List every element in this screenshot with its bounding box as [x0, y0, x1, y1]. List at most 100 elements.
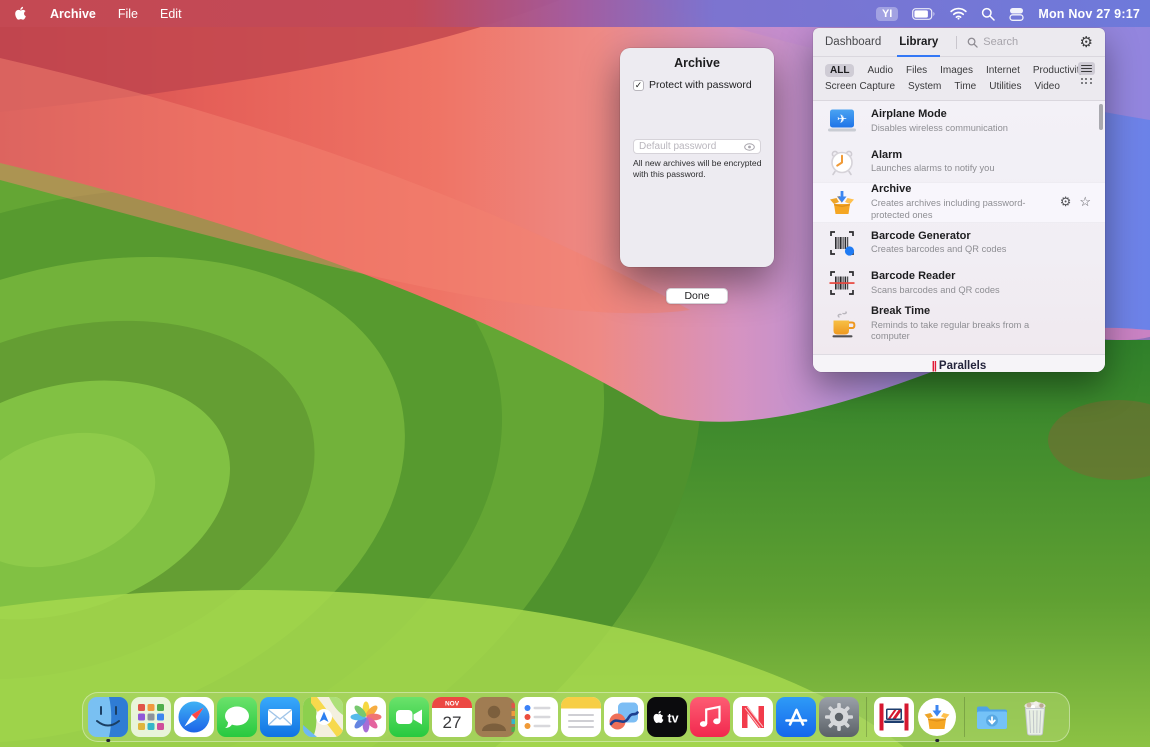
- show-password-eye-icon[interactable]: [744, 142, 755, 151]
- dock-photos-icon[interactable]: [346, 697, 386, 737]
- tool-list: ✈ Airplane Mode Disables wireless commun…: [813, 101, 1105, 354]
- category-audio[interactable]: Audio: [867, 65, 893, 76]
- tool-desc: Creates barcodes and QR codes: [871, 244, 1007, 255]
- parallels-logo-text: Parallels: [938, 359, 987, 372]
- dock-facetime-icon[interactable]: [389, 697, 429, 737]
- tool-name: Archive: [871, 183, 912, 196]
- tool-name: Break Time: [871, 304, 931, 317]
- dock-system-settings-icon[interactable]: [819, 697, 859, 737]
- category-time[interactable]: Time: [954, 81, 976, 92]
- barcode-generator-icon: [830, 230, 855, 256]
- category-images[interactable]: Images: [940, 65, 973, 76]
- barcode-reader-icon: [829, 271, 855, 296]
- checkbox-label[interactable]: Protect with password: [649, 79, 752, 91]
- tool-row-airplane-mode[interactable]: ✈ Airplane Mode Disables wireless commun…: [813, 101, 1105, 142]
- protect-password-checkbox[interactable]: ✓: [633, 79, 644, 91]
- tab-dashboard[interactable]: Dashboard: [825, 28, 881, 57]
- spotlight-search-icon[interactable]: [981, 7, 996, 21]
- tool-row-barcode-generator[interactable]: Barcode Generator Creates barcodes and Q…: [813, 223, 1105, 264]
- tool-row-break-time[interactable]: Break Time Reminds to take regular break…: [813, 304, 1105, 345]
- dock-notes-icon[interactable]: [561, 697, 601, 737]
- category-files[interactable]: Files: [906, 65, 927, 76]
- password-placeholder: Default password: [639, 141, 717, 152]
- category-video[interactable]: Video: [1034, 81, 1059, 92]
- grid-view-icon[interactable]: [1080, 78, 1093, 85]
- menu-item-edit[interactable]: Edit: [160, 7, 182, 21]
- tool-row-archive[interactable]: Archive Creates archives including passw…: [813, 182, 1105, 223]
- dock-news-icon[interactable]: [733, 697, 773, 737]
- wifi-icon[interactable]: [950, 7, 968, 20]
- dock-safari-icon[interactable]: [174, 697, 214, 737]
- dock-mail-icon[interactable]: [260, 697, 300, 737]
- menu-item-file[interactable]: File: [118, 7, 138, 21]
- svg-text:NOV: NOV: [445, 701, 460, 708]
- menu-bar-clock[interactable]: Mon Nov 27 9:17: [1038, 7, 1140, 21]
- apple-menu[interactable]: [14, 6, 28, 22]
- tab-library[interactable]: Library: [897, 28, 941, 57]
- panel-settings-gear-icon[interactable]: ⚙: [1080, 35, 1093, 50]
- done-button[interactable]: Done: [666, 288, 728, 304]
- dock-reminders-icon[interactable]: [518, 697, 558, 737]
- category-all[interactable]: ALL: [825, 64, 855, 77]
- tool-row-alarm[interactable]: Alarm Launches alarms to notify you: [813, 142, 1105, 183]
- password-description: All new archives will be encrypted with …: [633, 158, 762, 180]
- dock-downloads-folder-icon[interactable]: [972, 697, 1012, 737]
- fast-user-switching-icon[interactable]: [1009, 7, 1025, 21]
- tool-name: Barcode Reader: [871, 270, 956, 283]
- dock-calendar-icon[interactable]: NOV 27: [432, 697, 472, 737]
- dock-appletv-icon[interactable]: tv: [647, 697, 687, 737]
- dock-divider: [964, 697, 965, 737]
- header-divider: [956, 35, 958, 49]
- tool-favorite-star-icon[interactable]: ☆: [1079, 194, 1091, 210]
- category-internet[interactable]: Internet: [986, 65, 1020, 76]
- dock-maps-icon[interactable]: [303, 697, 343, 737]
- panel-footer: || Parallels: [813, 354, 1105, 372]
- coffee-cup-icon: [832, 311, 856, 338]
- category-screen-capture[interactable]: Screen Capture: [825, 81, 895, 92]
- archive-box-icon: [830, 191, 854, 215]
- dock-parallels-desktop-icon[interactable]: [874, 697, 914, 737]
- svg-text:✈: ✈: [837, 112, 847, 126]
- dock-music-icon[interactable]: [690, 697, 730, 737]
- scrollbar-thumb[interactable]: [1099, 104, 1103, 130]
- category-system[interactable]: System: [908, 81, 941, 92]
- input-source-indicator[interactable]: YI: [875, 6, 899, 21]
- panel-header: Dashboard Library Search ⚙: [813, 28, 1105, 57]
- running-indicator: [935, 738, 939, 742]
- dock-archive-app-icon[interactable]: [917, 697, 957, 742]
- category-productivity[interactable]: Productivity: [1033, 65, 1085, 76]
- dock: NOV 27 tv: [82, 692, 1070, 742]
- dock-messages-icon[interactable]: [217, 697, 257, 737]
- category-utilities[interactable]: Utilities: [989, 81, 1021, 92]
- tool-row-barcode-reader[interactable]: Barcode Reader Scans barcodes and QR cod…: [813, 263, 1105, 304]
- tool-desc: Launches alarms to notify you: [871, 163, 995, 174]
- dock-contacts-icon[interactable]: [475, 697, 515, 737]
- tool-name: Airplane Mode: [871, 108, 947, 121]
- menu-bar: Archive File Edit YI Mon Nov 27 9:17: [0, 0, 1150, 27]
- menu-item-archive[interactable]: Archive: [50, 7, 96, 21]
- running-indicator: [106, 738, 110, 742]
- tool-desc: Reminds to take regular breaks from a co…: [871, 319, 1030, 342]
- dock-divider: [866, 697, 867, 737]
- search-icon: [967, 37, 978, 48]
- alarm-clock-icon: [831, 150, 853, 176]
- search-field[interactable]: Search: [967, 36, 1079, 48]
- password-input[interactable]: Default password: [633, 139, 761, 154]
- dock-freeform-icon[interactable]: [604, 697, 644, 737]
- list-view-icon[interactable]: [1078, 62, 1095, 75]
- tool-desc: Creates archives including password-prot…: [871, 198, 1026, 220]
- category-filter: ALL Audio Files Images Internet Producti…: [813, 57, 1105, 101]
- tool-desc: Disables wireless communication: [871, 122, 1008, 133]
- tool-name: Alarm: [871, 148, 903, 161]
- tool-settings-gear-icon[interactable]: ⚙: [1060, 194, 1072, 210]
- airplane-mode-icon: ✈: [828, 109, 856, 132]
- search-placeholder: Search: [983, 36, 1019, 48]
- dock-finder-icon[interactable]: [88, 697, 128, 742]
- dock-appstore-icon[interactable]: [776, 697, 816, 737]
- battery-icon[interactable]: [912, 7, 936, 20]
- dialog-title: Archive: [674, 56, 720, 70]
- parallels-toolbox-panel: Dashboard Library Search ⚙ ALL Audio Fil…: [813, 28, 1105, 372]
- checkbox-check-icon: ✓: [634, 79, 643, 90]
- dock-trash-icon[interactable]: [1015, 697, 1055, 737]
- dock-launchpad-icon[interactable]: [131, 697, 171, 737]
